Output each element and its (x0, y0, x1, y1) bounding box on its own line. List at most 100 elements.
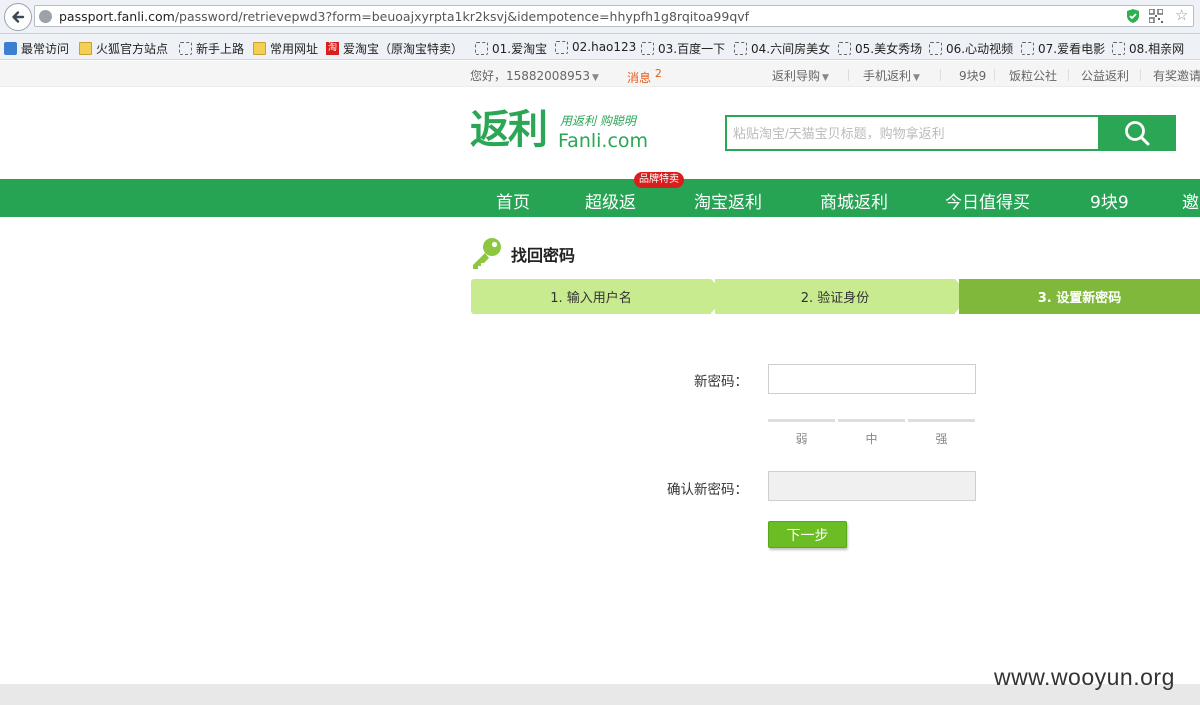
strength-bar-weak (768, 419, 835, 422)
nav-item-invite[interactable]: 邀 (1182, 188, 1199, 213)
bookmark-label: 08.相亲网 (1129, 42, 1185, 56)
nav-item-daily-deals[interactable]: 今日值得买 (945, 188, 1030, 213)
message-count-badge: 2 (654, 67, 662, 80)
step-3-active: 3. 设置新密码 (959, 279, 1200, 314)
chevron-down-icon: ▼ (591, 73, 599, 83)
divider (994, 69, 995, 81)
logo-slogan: 用返利 购聪明 (560, 114, 636, 128)
next-step-button[interactable]: 下一步 (768, 521, 847, 548)
taobao-icon: 淘 (326, 42, 339, 55)
top-link-community[interactable]: 饭粒公社 (1009, 67, 1057, 84)
bookmark-item[interactable]: 淘爱淘宝（原淘宝特卖） (326, 40, 463, 57)
logo-en: Fanli.com (558, 130, 649, 152)
bookmarks-bar: 最常访问 火狐官方站点 新手上路 常用网址 淘爱淘宝（原淘宝特卖） 01.爱淘宝… (0, 34, 1200, 60)
chevron-down-icon: ▼ (822, 73, 829, 83)
key-icon (473, 238, 501, 269)
page-icon (734, 42, 747, 55)
nav-item-mall-rebate[interactable]: 商城返利 (820, 188, 888, 213)
bookmark-item[interactable]: 火狐官方站点 (79, 40, 168, 57)
chevron-down-icon: ▼ (913, 73, 920, 83)
divider (940, 69, 941, 81)
user-greeting[interactable]: 您好，15882008953 ▼ (470, 67, 599, 84)
bookmark-item[interactable]: 新手上路 (179, 40, 244, 57)
confirm-password-field[interactable] (768, 471, 976, 501)
bookmark-item[interactable]: 08.相亲网 (1112, 40, 1184, 57)
address-bar[interactable]: passport.fanli.com/password/retrievepwd3… (34, 5, 1194, 27)
top-link-mobile[interactable]: 手机返利 ▼ (863, 67, 920, 84)
qr-code-icon[interactable] (1149, 9, 1163, 23)
strength-label-strong: 强 (935, 432, 948, 446)
page-icon (475, 42, 488, 55)
strength-label-weak: 弱 (795, 432, 808, 446)
bookmark-label: 最常访问 (21, 42, 70, 56)
bookmark-item[interactable]: 04.六间房美女 (734, 40, 830, 57)
bookmark-item[interactable]: 最常访问 (4, 40, 69, 57)
search-box (725, 115, 1100, 151)
bookmark-label: 常用网址 (270, 42, 319, 56)
bookmark-item[interactable]: 07.爱看电影 (1021, 40, 1105, 57)
search-button[interactable] (1098, 115, 1176, 151)
bookmark-item[interactable]: 03.百度一下 (641, 40, 725, 57)
messages-link[interactable]: 消息 2 (627, 67, 662, 86)
divider (848, 69, 849, 81)
nav-item-super-rebate[interactable]: 超级返 (585, 188, 636, 213)
top-link-invite[interactable]: 有奖邀请 (1153, 67, 1200, 84)
browser-toolbar: passport.fanli.com/password/retrievepwd3… (0, 0, 1200, 34)
page-title: 找回密码 (511, 246, 576, 265)
nav-item-9kuai9[interactable]: 9块9 (1090, 188, 1129, 213)
step-2: 2. 验证身份 (715, 279, 955, 314)
strength-label-medium: 中 (865, 432, 878, 446)
bookmark-label: 06.心动视频 (946, 42, 1014, 56)
bookmark-label: 爱淘宝（原淘宝特卖） (343, 42, 464, 56)
page-icon (929, 42, 942, 55)
search-input[interactable] (727, 117, 1100, 149)
globe-icon (39, 10, 52, 23)
top-link-9kuai9[interactable]: 9块9 (959, 67, 986, 84)
bookmark-label: 新手上路 (196, 42, 245, 56)
strength-bar-medium (838, 419, 905, 422)
bookmark-item[interactable]: 06.心动视频 (929, 40, 1013, 57)
divider (1068, 69, 1069, 81)
bookmark-item[interactable]: 01.爱淘宝 (475, 40, 547, 57)
bookmark-star-icon[interactable]: ☆ (1175, 6, 1188, 24)
page-icon (838, 42, 851, 55)
bookmark-label: 02.hao123 (572, 40, 637, 54)
bookmark-label: 火狐官方站点 (96, 42, 169, 56)
bookmark-item[interactable]: 02.hao123 (555, 40, 636, 54)
bookmark-label: 01.爱淘宝 (492, 42, 548, 56)
bookmark-label: 03.百度一下 (658, 42, 726, 56)
site-top-bar: 您好，15882008953 ▼ 消息 2 返利导购 ▼ 手机返利 ▼ 9块9 饭粒公… (0, 61, 1200, 87)
site-logo[interactable]: 返利 用返利 购聪明 Fanli.com (470, 106, 670, 156)
bookmark-label: 05.美女秀场 (855, 42, 923, 56)
brand-sale-badge: 品牌特卖 (634, 172, 684, 188)
step-1: 1. 输入用户名 (471, 279, 711, 314)
confirm-password-input[interactable] (769, 472, 975, 500)
nav-item-taobao-rebate[interactable]: 淘宝返利 (694, 188, 762, 213)
new-password-input[interactable] (769, 365, 975, 393)
strength-bar-strong (908, 419, 975, 422)
step-indicator: 1. 输入用户名 2. 验证身份 3. 设置新密码 (471, 279, 1200, 314)
page-icon (641, 42, 654, 55)
bookmark-favicon-icon (4, 42, 17, 55)
bookmark-label: 04.六间房美女 (751, 42, 831, 56)
back-arrow-icon (12, 11, 25, 23)
bookmark-label: 07.爱看电影 (1038, 42, 1106, 56)
bookmark-item[interactable]: 常用网址 (253, 40, 318, 57)
folder-icon (79, 42, 92, 55)
divider (1140, 69, 1141, 81)
back-button[interactable] (4, 3, 32, 31)
top-link-charity[interactable]: 公益返利 (1081, 67, 1129, 84)
nav-item-home[interactable]: 首页 (496, 188, 530, 213)
logo-cn: 返利 (470, 106, 548, 153)
bookmark-item[interactable]: 05.美女秀场 (838, 40, 922, 57)
top-link-guide[interactable]: 返利导购 ▼ (772, 67, 829, 84)
new-password-label: 新密码： (694, 374, 748, 390)
page-icon (555, 40, 568, 54)
step-arrow (1193, 279, 1200, 313)
watermark: www.wooyun.org (994, 664, 1175, 690)
folder-icon (253, 42, 266, 55)
search-icon (1125, 121, 1150, 146)
new-password-field[interactable] (768, 364, 976, 394)
shield-icon[interactable] (1125, 8, 1141, 24)
confirm-password-label: 确认新密码： (667, 482, 748, 498)
